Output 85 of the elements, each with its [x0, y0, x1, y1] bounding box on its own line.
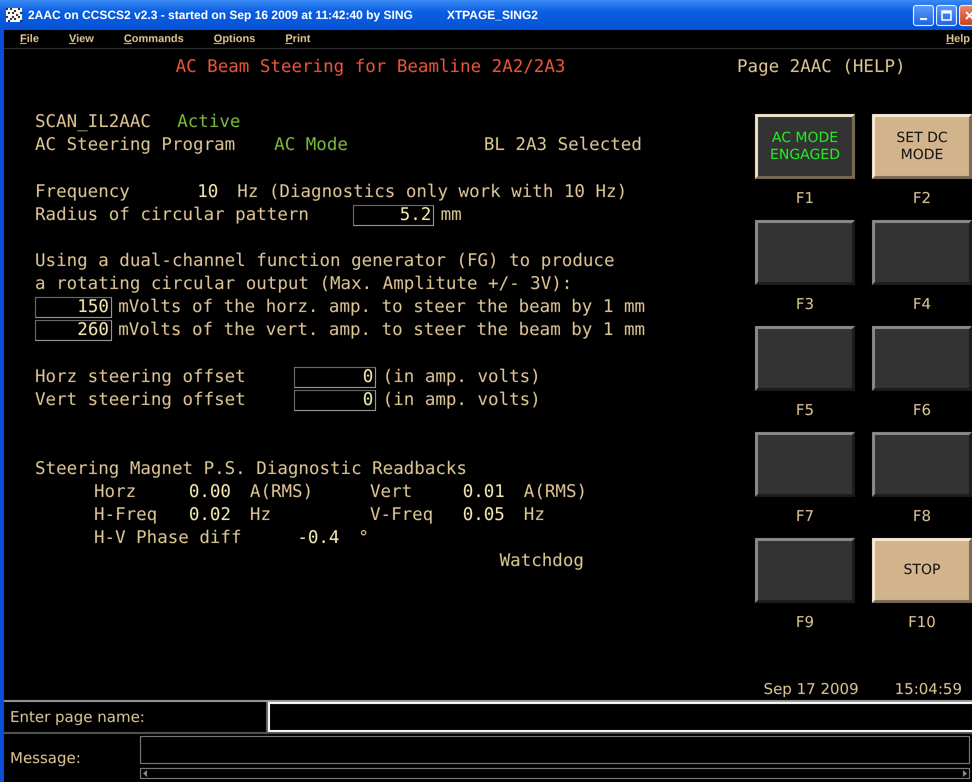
maximize-icon [941, 10, 952, 20]
date-text: Sep 17 2009 [764, 680, 859, 698]
function-key-button[interactable]: SET DC MODE [872, 114, 972, 179]
key-label: F7 [794, 506, 816, 527]
label-text: Horz steering offset [35, 367, 246, 388]
label-text: Hz [524, 505, 545, 526]
right-arrow-icon[interactable] [960, 769, 969, 778]
label-text: Hz [250, 505, 271, 526]
function-key-button[interactable] [872, 220, 972, 285]
menu-item[interactable]: View [68, 33, 94, 45]
key-label: F2 [912, 188, 932, 209]
function-key-button[interactable] [755, 432, 855, 497]
readout-value: -0.4 [297, 528, 340, 548]
scrollbar[interactable] [140, 768, 970, 779]
function-key-button[interactable] [755, 538, 855, 603]
key-label: F3 [794, 294, 816, 315]
label-text: Hz (Diagnostics only work with 10 Hz) [237, 182, 628, 202]
readout-value: 0.00 [188, 482, 231, 502]
label-text: mm [440, 205, 462, 226]
function-key-button[interactable]: AC MODE ENGAGED [755, 114, 855, 179]
number-field[interactable]: 150 [35, 297, 112, 318]
label-text: mVolts of the vert. amp. to steer the beam by 1 mm [118, 320, 646, 340]
number-field[interactable]: 5.2 [353, 205, 434, 226]
menu-item[interactable]: Print [285, 33, 310, 45]
label-text: Watchdog [500, 551, 584, 572]
label-text: mVolts of the horz. amp. to steer the beam by 1 mm [118, 297, 646, 318]
label-text: H-Freq [94, 505, 158, 526]
app-icon [6, 8, 22, 22]
window-title: 2AAC on CCSCS2 v2.3 - started on Sep 16 2009 at 11:42:40 by SING [28, 8, 413, 22]
label-text: (in amp. volts) [382, 390, 541, 410]
function-key-button[interactable] [872, 432, 972, 497]
readout-value: 0.02 [188, 505, 231, 526]
label-text: Radius of circular pattern [35, 205, 309, 226]
function-key-button[interactable] [872, 326, 972, 391]
readout-value: 0.05 [462, 505, 505, 526]
label-text: Horz [94, 482, 136, 502]
label-text: (in amp. volts) [382, 367, 541, 388]
field-label: Message: [10, 748, 81, 766]
readout-value: 0.01 [462, 482, 505, 502]
function-key-button[interactable] [755, 220, 855, 285]
label-text: A(RMS) [250, 482, 314, 502]
maximize-button[interactable] [936, 4, 957, 26]
function-key-button[interactable]: STOP [872, 538, 972, 603]
page-title: AC Beam Steering for Beamline 2A2/2A3 [176, 56, 566, 79]
minimize-icon [920, 18, 927, 20]
time-text: 15:04:59 [894, 680, 962, 698]
function-key-button[interactable] [755, 326, 855, 391]
label-text: Vert steering offset [35, 390, 246, 410]
key-label: F5 [794, 400, 816, 421]
label-text: a rotating circular output (Max. Amplitute +/- 3V): [35, 274, 572, 294]
label-text: V-Freq [370, 505, 434, 526]
message-field[interactable] [140, 736, 970, 764]
number-field[interactable]: 0 [294, 390, 376, 411]
menu-item[interactable]: Commands [124, 33, 184, 45]
display-name: XTPAGE_SING2 [446, 8, 538, 22]
field-label: Enter page name: [10, 708, 145, 726]
label-text: Using a dual-channel function generator (FG) to produce [35, 251, 614, 272]
label-text: AC Steering Program [35, 135, 236, 156]
page-id: Page 2AAC (HELP) [737, 56, 906, 79]
label-text: SCAN_IL2AAC [35, 112, 151, 132]
status-text: Active [177, 112, 240, 132]
key-label: F10 [907, 612, 937, 633]
label-text: BL 2A3 Selected [484, 135, 642, 156]
page-name-field[interactable] [268, 702, 972, 732]
minimize-button[interactable] [913, 4, 934, 26]
label-text: Frequency [35, 182, 130, 202]
left-arrow-icon[interactable] [141, 769, 150, 778]
label-text: A(RMS) [524, 482, 588, 502]
menu-item[interactable]: Help [946, 33, 970, 45]
key-label: F8 [912, 506, 932, 527]
readout-value: 10 [197, 182, 218, 202]
number-field[interactable]: 260 [35, 320, 112, 341]
key-label: F9 [794, 612, 816, 633]
label-text: H-V Phase diff [94, 528, 242, 548]
menu-item[interactable]: Options [214, 33, 256, 45]
number-field[interactable]: 0 [294, 367, 376, 388]
key-label: F1 [794, 188, 816, 209]
label-text: Vert [370, 482, 412, 502]
label-text: ° [358, 528, 369, 548]
key-label: F6 [912, 400, 932, 421]
key-label: F4 [912, 294, 932, 315]
status-text: AC Mode [274, 135, 348, 156]
close-icon [964, 10, 972, 20]
label-text: Steering Magnet P.S. Diagnostic Readbacks [35, 459, 467, 480]
menu-item[interactable]: File [20, 33, 39, 45]
